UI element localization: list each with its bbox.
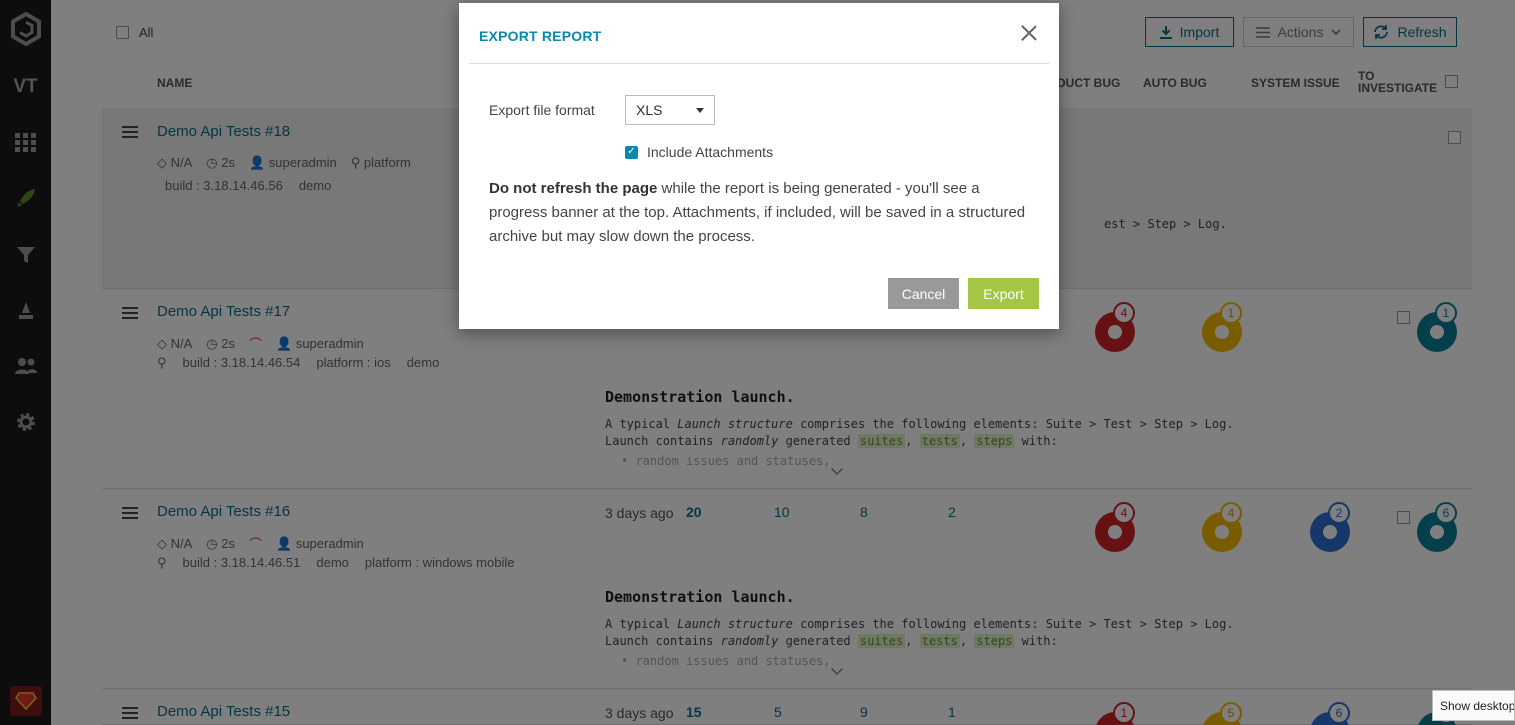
export-format-label: Export file format: [489, 102, 595, 118]
include-attachments-label: Include Attachments: [647, 144, 774, 160]
export-note: Do not refresh the page while the report…: [489, 177, 1034, 249]
show-desktop-tooltip: Show desktop: [1432, 690, 1515, 721]
caret-down-icon: [696, 107, 704, 113]
export-format-select[interactable]: XLS: [625, 95, 715, 125]
export-button[interactable]: Export: [968, 278, 1039, 309]
close-icon[interactable]: [1019, 23, 1039, 43]
include-attachments[interactable]: ✓ Include Attachments: [625, 144, 773, 160]
export-note-bold: Do not refresh the page: [489, 180, 658, 197]
modal-divider: [469, 63, 1049, 64]
export-report-modal: EXPORT REPORT Export file format XLS ✓ I…: [459, 3, 1059, 329]
include-attachments-checkbox[interactable]: ✓: [625, 145, 638, 159]
cancel-button[interactable]: Cancel: [888, 278, 959, 309]
modal-title: EXPORT REPORT: [479, 28, 602, 44]
export-format-value: XLS: [636, 102, 663, 118]
